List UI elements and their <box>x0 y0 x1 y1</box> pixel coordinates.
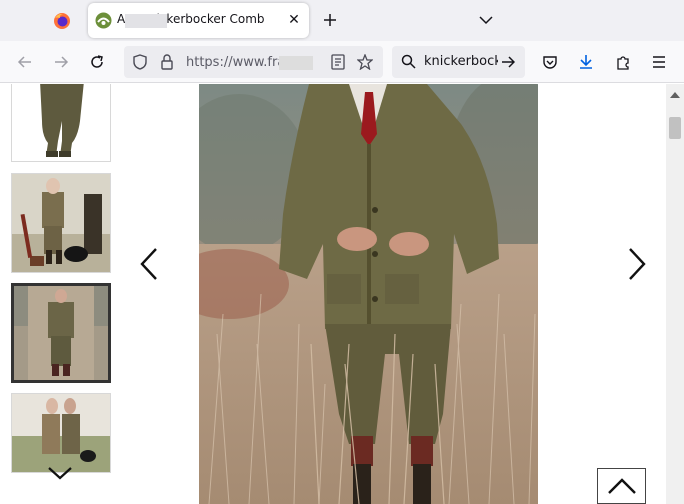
address-bar[interactable]: https://www.fra <box>124 46 383 78</box>
thumbnail-man-with-dog[interactable] <box>11 173 111 273</box>
search-query[interactable]: knickerbock <box>424 54 498 69</box>
redaction-mask <box>125 14 167 28</box>
firefox-icon <box>54 13 70 29</box>
forward-button[interactable] <box>48 49 74 75</box>
pocket-button[interactable] <box>537 49 563 75</box>
back-button[interactable] <box>12 49 38 75</box>
search-icon <box>401 54 416 69</box>
plus-icon <box>324 14 336 26</box>
navigation-toolbar: https://www.fra knickerbock <box>0 41 684 83</box>
chevron-right-icon <box>629 248 646 280</box>
hamburger-menu-icon <box>653 56 665 68</box>
reader-view-icon[interactable] <box>331 54 345 70</box>
next-image-button[interactable] <box>622 244 652 284</box>
active-tab[interactable]: A… Knickerbocker Comb ✕ <box>88 3 309 38</box>
search-bar[interactable]: knickerbock <box>392 46 525 78</box>
man-in-tweed-jacket-image <box>199 84 538 504</box>
man-in-field-image <box>14 286 108 380</box>
list-all-tabs-button[interactable] <box>474 8 498 32</box>
page-scrollbar[interactable] <box>666 84 684 504</box>
lock-icon[interactable] <box>160 54 174 70</box>
chevron-up-icon <box>607 478 636 494</box>
caret-up-icon <box>670 92 680 98</box>
site-favicon-icon <box>95 12 112 29</box>
previous-image-button[interactable] <box>134 244 164 284</box>
chevron-down-icon <box>479 16 493 25</box>
main-product-photo <box>199 84 538 504</box>
reload-icon <box>91 55 103 68</box>
thumbnails-scroll-down-button[interactable] <box>45 460 75 486</box>
reload-button[interactable] <box>84 49 110 75</box>
back-arrow-icon <box>17 56 31 68</box>
page-content <box>0 84 684 504</box>
man-with-dog-image <box>12 174 110 272</box>
back-to-top-button[interactable] <box>597 468 646 504</box>
downloads-button[interactable] <box>573 49 599 75</box>
chevron-left-icon <box>140 248 157 280</box>
thumbnail-man-in-field[interactable] <box>11 283 111 383</box>
close-tab-button[interactable]: ✕ <box>285 11 303 29</box>
app-menu-button[interactable] <box>646 49 672 75</box>
trousers-image <box>12 84 110 161</box>
redaction-mask <box>279 56 313 70</box>
chevron-down-icon <box>48 467 72 480</box>
scrollbar-thumb[interactable] <box>669 117 681 139</box>
scroll-up-button[interactable] <box>666 88 684 102</box>
new-tab-button[interactable] <box>318 8 342 32</box>
thumbnail-trousers[interactable] <box>11 84 111 162</box>
tab-strip: A… Knickerbocker Comb ✕ <box>0 0 684 41</box>
forward-arrow-icon <box>55 56 69 68</box>
bookmark-star-icon[interactable] <box>357 54 373 70</box>
download-icon <box>580 55 592 69</box>
shield-icon[interactable] <box>132 54 148 70</box>
pocket-icon <box>543 56 557 69</box>
extensions-button[interactable] <box>610 49 636 75</box>
search-go-arrow-icon[interactable] <box>501 55 515 69</box>
puzzle-icon <box>617 56 629 70</box>
firefox-view-button[interactable] <box>44 5 80 37</box>
